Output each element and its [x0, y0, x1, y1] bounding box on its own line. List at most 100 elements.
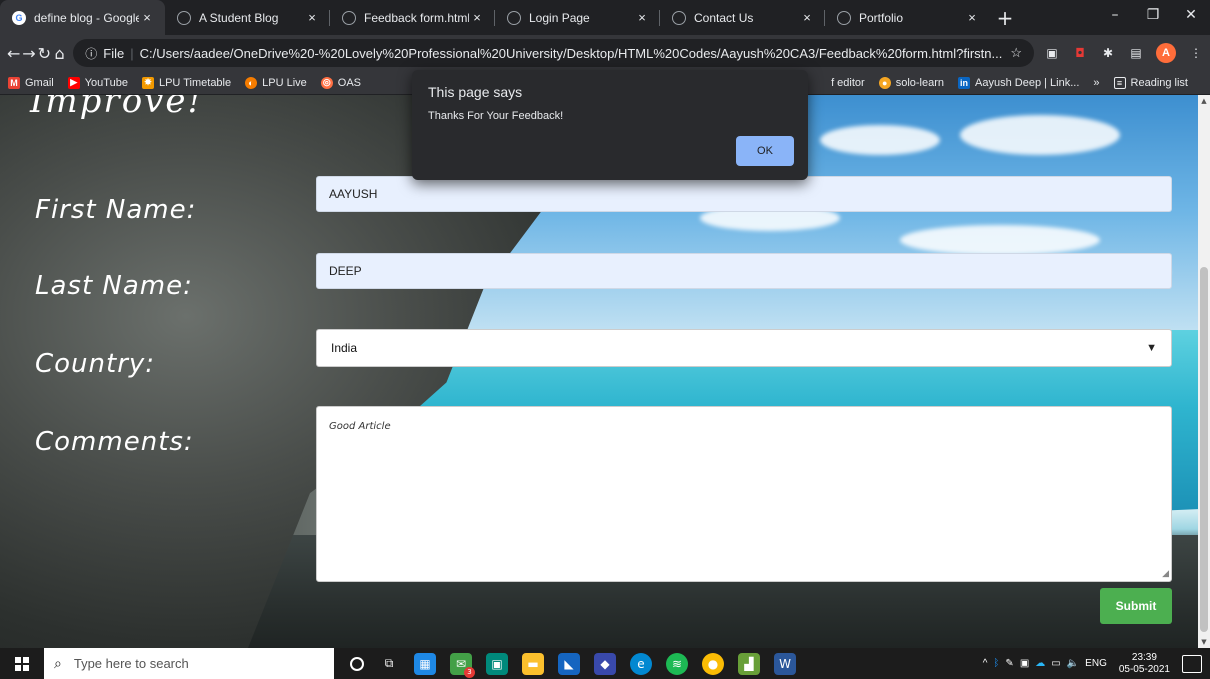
- maximize-button[interactable]: ❐: [1134, 7, 1172, 23]
- last-name-label: Last Name:: [35, 271, 193, 301]
- menu-kebab-icon[interactable]: ⋮: [1188, 45, 1204, 61]
- youtube-icon: ▶: [67, 76, 80, 89]
- resize-grip-icon[interactable]: ◢: [1162, 569, 1169, 579]
- pen-icon[interactable]: ✎: [1005, 658, 1013, 669]
- close-icon[interactable]: ×: [634, 10, 650, 25]
- search-placeholder: Type here to search: [73, 656, 189, 671]
- bookmark-lpu-timetable[interactable]: ✸ LPU Timetable: [141, 76, 231, 89]
- network-icon[interactable]: ▣: [1020, 658, 1029, 669]
- gmail-icon: M: [8, 76, 20, 89]
- language-indicator[interactable]: ENG: [1085, 658, 1107, 669]
- store-icon[interactable]: ▦: [414, 652, 436, 675]
- camera-extension-icon[interactable]: ▣: [1044, 45, 1060, 61]
- info-icon[interactable]: ⓘ: [85, 45, 97, 62]
- red-extension-icon[interactable]: ◘: [1072, 45, 1088, 61]
- search-icon: ⌕: [54, 655, 62, 671]
- close-icon[interactable]: ×: [799, 10, 815, 25]
- tab-label: Contact Us: [694, 10, 754, 25]
- submit-button[interactable]: Submit: [1100, 588, 1172, 624]
- reading-list-button[interactable]: ≡ Reading list: [1113, 76, 1188, 89]
- spotify-icon[interactable]: ≋: [666, 652, 688, 675]
- close-icon[interactable]: ×: [139, 10, 155, 25]
- home-button[interactable]: ⌂: [52, 40, 67, 66]
- country-select[interactable]: India ▼: [316, 329, 1172, 367]
- tab-google-search[interactable]: G define blog - Google S ×: [0, 0, 165, 35]
- ok-button[interactable]: OK: [736, 136, 794, 166]
- comments-value: Good Article: [329, 421, 391, 432]
- media-icon[interactable]: ▤: [1128, 45, 1144, 61]
- chrome-icon[interactable]: ●: [702, 652, 724, 675]
- tab-feedback-form[interactable]: Feedback form.html?f ×: [330, 0, 495, 35]
- google-icon: G: [12, 10, 26, 25]
- bookmark-lpu-live[interactable]: ◐ LPU Live: [245, 76, 307, 89]
- comments-textarea[interactable]: Good Article ◢: [316, 406, 1172, 582]
- tab-strip: G define blog - Google S × A Student Blo…: [0, 0, 1210, 35]
- tab-student-blog[interactable]: A Student Blog ×: [165, 0, 330, 35]
- windows-taskbar: ⌕ Type here to search ⧉ ▦ ✉ 3 ▣ ▬ ◣ ◆ e ≋…: [0, 648, 1210, 679]
- bookmark-star-icon[interactable]: ☆: [1010, 45, 1022, 61]
- volume-icon[interactable]: 🔈: [1067, 658, 1079, 669]
- bookmark-gmail[interactable]: M Gmail: [8, 76, 54, 89]
- puzzle-extensions-icon[interactable]: ✱: [1100, 45, 1116, 61]
- minimize-button[interactable]: –: [1096, 7, 1134, 23]
- tab-contact-us[interactable]: Contact Us ×: [660, 0, 825, 35]
- file-explorer-icon[interactable]: ▬: [522, 652, 544, 675]
- bookmarks-right-group: f editor ● solo-learn in Aayush Deep | L…: [831, 76, 1202, 89]
- forward-button[interactable]: →: [21, 40, 36, 66]
- scroll-thumb[interactable]: [1200, 267, 1208, 632]
- page-scrollbar[interactable]: ▲ ▼: [1198, 95, 1210, 648]
- chart-app-icon[interactable]: ▟: [738, 652, 760, 675]
- bookmark-linkedin[interactable]: in Aayush Deep | Link...: [958, 76, 1079, 89]
- last-name-input[interactable]: DEEP: [316, 253, 1172, 289]
- onedrive-icon[interactable]: ☁: [1035, 658, 1045, 669]
- close-icon[interactable]: ×: [964, 10, 980, 25]
- back-button[interactable]: ←: [6, 40, 21, 66]
- scheme-label: File: [103, 45, 125, 61]
- scroll-up-arrow[interactable]: ▲: [1198, 95, 1210, 107]
- tab-label: Feedback form.html?f: [364, 10, 469, 25]
- close-window-button[interactable]: ✕: [1172, 7, 1210, 23]
- app-icon[interactable]: ◆: [594, 652, 616, 675]
- globe-icon: [507, 10, 521, 25]
- extensions-area: ▣ ◘ ✱ ▤ A ⋮: [1044, 43, 1204, 63]
- photos-icon[interactable]: ▣: [486, 652, 508, 675]
- url-text[interactable]: C:/Users/aadee/OneDrive%20-%20Lovely%20P…: [140, 46, 1003, 61]
- chevron-up-icon[interactable]: ^: [983, 658, 988, 669]
- scroll-down-arrow[interactable]: ▼: [1198, 636, 1210, 648]
- tab-label: Portfolio: [859, 10, 904, 25]
- oas-icon: ◎: [320, 76, 333, 89]
- taskbar-search[interactable]: ⌕ Type here to search: [44, 648, 334, 679]
- bookmark-oas[interactable]: ◎ OAS: [320, 76, 361, 89]
- page-heading: Improve!: [30, 95, 204, 121]
- reload-button[interactable]: ↻: [37, 40, 52, 66]
- battery-icon[interactable]: ▭: [1051, 658, 1060, 669]
- chevron-down-icon: ▼: [1146, 342, 1157, 354]
- close-icon[interactable]: ×: [304, 10, 320, 25]
- vscode-icon[interactable]: ◣: [558, 652, 580, 675]
- clock[interactable]: 23:39 05-05-2021: [1119, 652, 1170, 676]
- lpu-live-icon: ◐: [245, 76, 258, 89]
- cortana-icon[interactable]: [350, 656, 364, 671]
- country-selected-value: India: [331, 341, 358, 355]
- close-icon[interactable]: ×: [469, 10, 485, 25]
- tab-portfolio[interactable]: Portfolio ×: [825, 0, 990, 35]
- task-view-icon[interactable]: ⧉: [378, 653, 400, 675]
- bluetooth-icon[interactable]: ᛒ: [993, 658, 999, 669]
- browser-toolbar: ← → ↻ ⌂ ⓘ File | C:/Users/aadee/OneDrive…: [0, 35, 1210, 71]
- edge-icon[interactable]: e: [630, 652, 652, 675]
- tab-login-page[interactable]: Login Page ×: [495, 0, 660, 35]
- taskbar-apps: ⧉ ▦ ✉ 3 ▣ ▬ ◣ ◆ e ≋ ● ▟ W: [350, 652, 796, 678]
- word-icon[interactable]: W: [774, 652, 796, 675]
- address-bar[interactable]: ⓘ File | C:/Users/aadee/OneDrive%20-%20L…: [73, 39, 1035, 67]
- profile-avatar[interactable]: A: [1156, 43, 1177, 63]
- start-button[interactable]: [0, 648, 44, 679]
- new-tab-button[interactable]: +: [990, 0, 1020, 35]
- first-name-input[interactable]: AAYUSH: [316, 176, 1172, 212]
- bookmark-youtube[interactable]: ▶ YouTube: [67, 76, 128, 89]
- bookmark-editor[interactable]: f editor: [831, 77, 865, 89]
- mail-app-icon[interactable]: ✉ 3: [450, 652, 475, 678]
- bookmark-solo-learn[interactable]: ● solo-learn: [878, 76, 944, 89]
- notifications-icon[interactable]: [1182, 654, 1202, 673]
- globe-icon: [672, 10, 686, 25]
- more-bookmarks-button[interactable]: »: [1093, 77, 1099, 89]
